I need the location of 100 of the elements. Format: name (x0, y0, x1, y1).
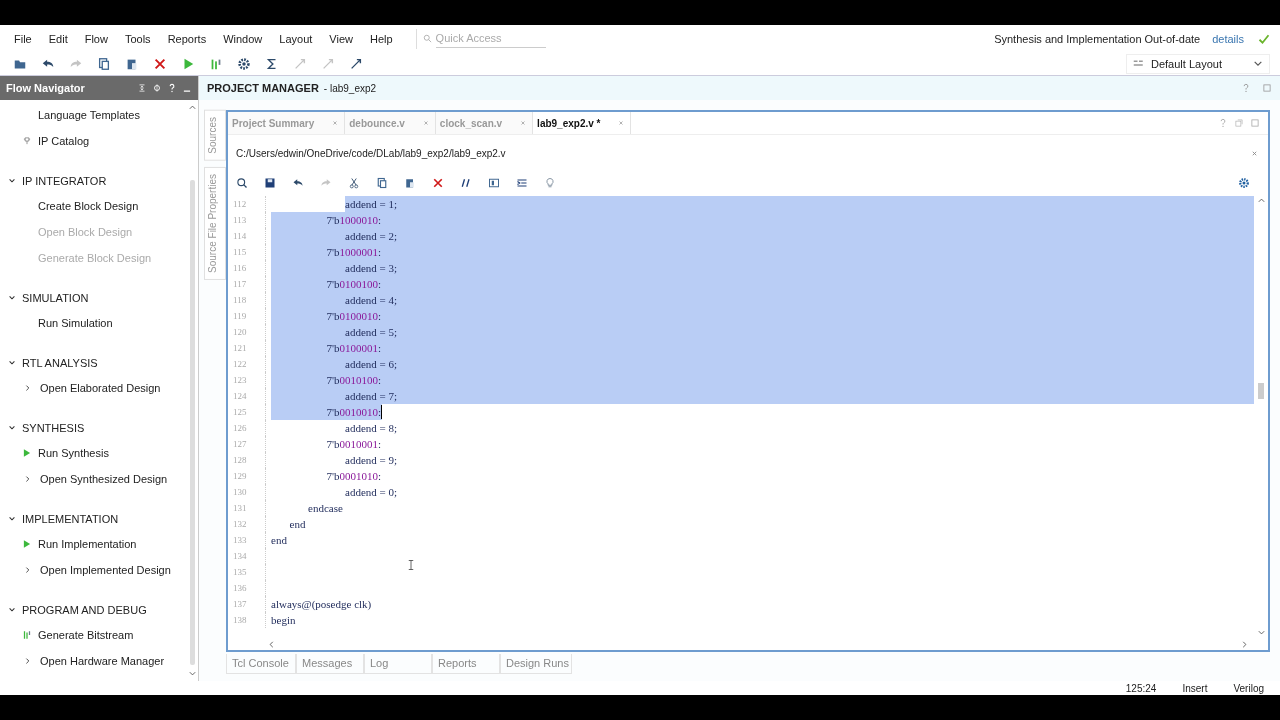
line-number: 132 (228, 516, 266, 532)
text-cursor-icon (408, 559, 414, 571)
section-title[interactable]: PROGRAM AND DEBUG (22, 604, 147, 616)
nav-item[interactable]: Create Block Design (38, 200, 139, 212)
wand-icon[interactable] (349, 56, 363, 71)
x-icon[interactable] (153, 56, 167, 71)
nav-item[interactable]: Run Synthesis (38, 447, 109, 459)
scissors-icon[interactable] (348, 177, 360, 189)
chevron-icon[interactable] (8, 177, 16, 185)
section-title[interactable]: IP INTEGRATOR (22, 175, 107, 187)
details-link[interactable]: details (1212, 32, 1244, 45)
chevron-icon[interactable] (24, 384, 32, 392)
scroll-down-icon[interactable] (187, 671, 197, 677)
code-line: 7'b0100001: (326, 341, 382, 356)
help-icon[interactable] (167, 83, 177, 93)
close-icon[interactable] (422, 120, 429, 126)
line-number: 121 (228, 340, 266, 356)
indent-icon[interactable] (516, 177, 528, 189)
scroll-up-icon[interactable] (1256, 197, 1266, 203)
search-icon[interactable] (236, 177, 248, 189)
code-line: 7'b1000010: (326, 213, 382, 228)
close-icon[interactable] (520, 120, 527, 126)
menu-item[interactable]: Window (223, 32, 263, 45)
file-tab[interactable]: lab9_exp2.v * (537, 117, 601, 129)
panel-title: Flow Navigator (6, 82, 86, 94)
line-number: 112 (228, 196, 266, 212)
scroll-right-icon[interactable] (1242, 639, 1248, 649)
section-title[interactable]: SIMULATION (22, 292, 89, 304)
collapse-icon[interactable] (137, 83, 147, 93)
close-icon[interactable] (332, 120, 339, 126)
file-language: Verilog (1233, 682, 1264, 694)
settings-icon[interactable] (1238, 177, 1250, 189)
nav-item[interactable]: IP Catalog (38, 135, 90, 147)
columns-icon[interactable] (488, 177, 500, 189)
nav-item[interactable]: Run Simulation (38, 317, 113, 329)
menu-item[interactable]: File (14, 32, 32, 45)
console-tab[interactable]: Reports (432, 654, 500, 674)
menu-item[interactable]: Flow (84, 32, 108, 45)
target-icon[interactable] (152, 83, 162, 93)
section-title[interactable]: SYNTHESIS (22, 422, 85, 434)
section-title[interactable]: RTL ANALYSIS (22, 357, 98, 369)
nav-item[interactable]: Open Elaborated Design (40, 382, 161, 394)
quick-access-field[interactable]: Quick Access (435, 29, 546, 48)
nav-item[interactable]: Open Hardware Manager (40, 655, 165, 667)
console-tab[interactable]: Messages (296, 654, 364, 674)
chevron-icon[interactable] (8, 424, 16, 432)
line-number: 129 (228, 468, 266, 484)
lightbulb-icon[interactable] (544, 177, 556, 189)
scroll-thumb[interactable] (1258, 383, 1264, 399)
chevron-icon[interactable] (8, 515, 16, 523)
save-icon[interactable] (264, 177, 276, 189)
nav-item[interactable]: Run Implementation (38, 538, 137, 550)
chevron-icon[interactable] (24, 475, 32, 483)
slashes-icon[interactable] (460, 177, 472, 189)
menu-item[interactable]: Help (369, 32, 393, 45)
console-tab[interactable]: Design Runs (500, 654, 572, 674)
code-line: end (271, 533, 287, 548)
chevron-icon[interactable] (24, 657, 32, 665)
code-line: addend = 6; (345, 357, 398, 372)
nav-item[interactable]: Generate Bitstream (38, 629, 134, 641)
x-icon[interactable] (432, 177, 444, 189)
edit-mode: Insert (1182, 682, 1208, 694)
line-number: 133 (228, 532, 266, 548)
console-tab[interactable]: Log (364, 654, 432, 674)
scroll-thumb[interactable] (189, 180, 195, 665)
menu-item[interactable]: Reports (167, 32, 207, 45)
chevron-icon[interactable] (8, 359, 16, 367)
paste-icon[interactable] (404, 177, 416, 189)
nav-item[interactable]: Open Synthesized Design (40, 473, 168, 485)
section-title[interactable]: IMPLEMENTATION (22, 513, 119, 525)
code-line: 7'b0100010: (326, 309, 382, 324)
menu-item[interactable]: Layout (279, 32, 313, 45)
nav-item[interactable]: Language Templates (38, 109, 140, 121)
scroll-up-icon[interactable] (187, 104, 197, 110)
search-icon (422, 33, 433, 44)
menu-item[interactable]: View (329, 32, 353, 45)
sigma-icon[interactable] (265, 56, 279, 71)
menu-item[interactable]: Edit (48, 32, 68, 45)
chip-icon (22, 136, 32, 146)
menu-item[interactable]: Tools (124, 32, 151, 45)
play-icon (22, 539, 32, 549)
chevron-icon[interactable] (8, 294, 16, 302)
code-line: addend = 8; (345, 421, 398, 436)
help-icon[interactable] (1241, 83, 1251, 93)
nav-item[interactable]: Open Implemented Design (40, 564, 171, 576)
line-number: 134 (228, 548, 266, 564)
copy-icon[interactable] (376, 177, 388, 189)
settings-icon[interactable] (237, 56, 251, 71)
code-line: 7'b0010001: (326, 437, 382, 452)
layout-dropdown[interactable]: Default Layout (1126, 53, 1270, 74)
chevron-icon[interactable] (24, 566, 32, 574)
scroll-left-icon[interactable] (268, 639, 274, 649)
console-tab[interactable]: Tcl Console (226, 654, 296, 674)
scroll-down-icon[interactable] (1256, 630, 1266, 636)
chevron-icon[interactable] (8, 606, 16, 614)
code-line: begin (271, 613, 296, 628)
copy-icon[interactable] (97, 56, 111, 71)
close-icon[interactable] (1251, 149, 1258, 157)
line-number: 116 (228, 260, 266, 276)
close-icon[interactable] (618, 120, 625, 126)
